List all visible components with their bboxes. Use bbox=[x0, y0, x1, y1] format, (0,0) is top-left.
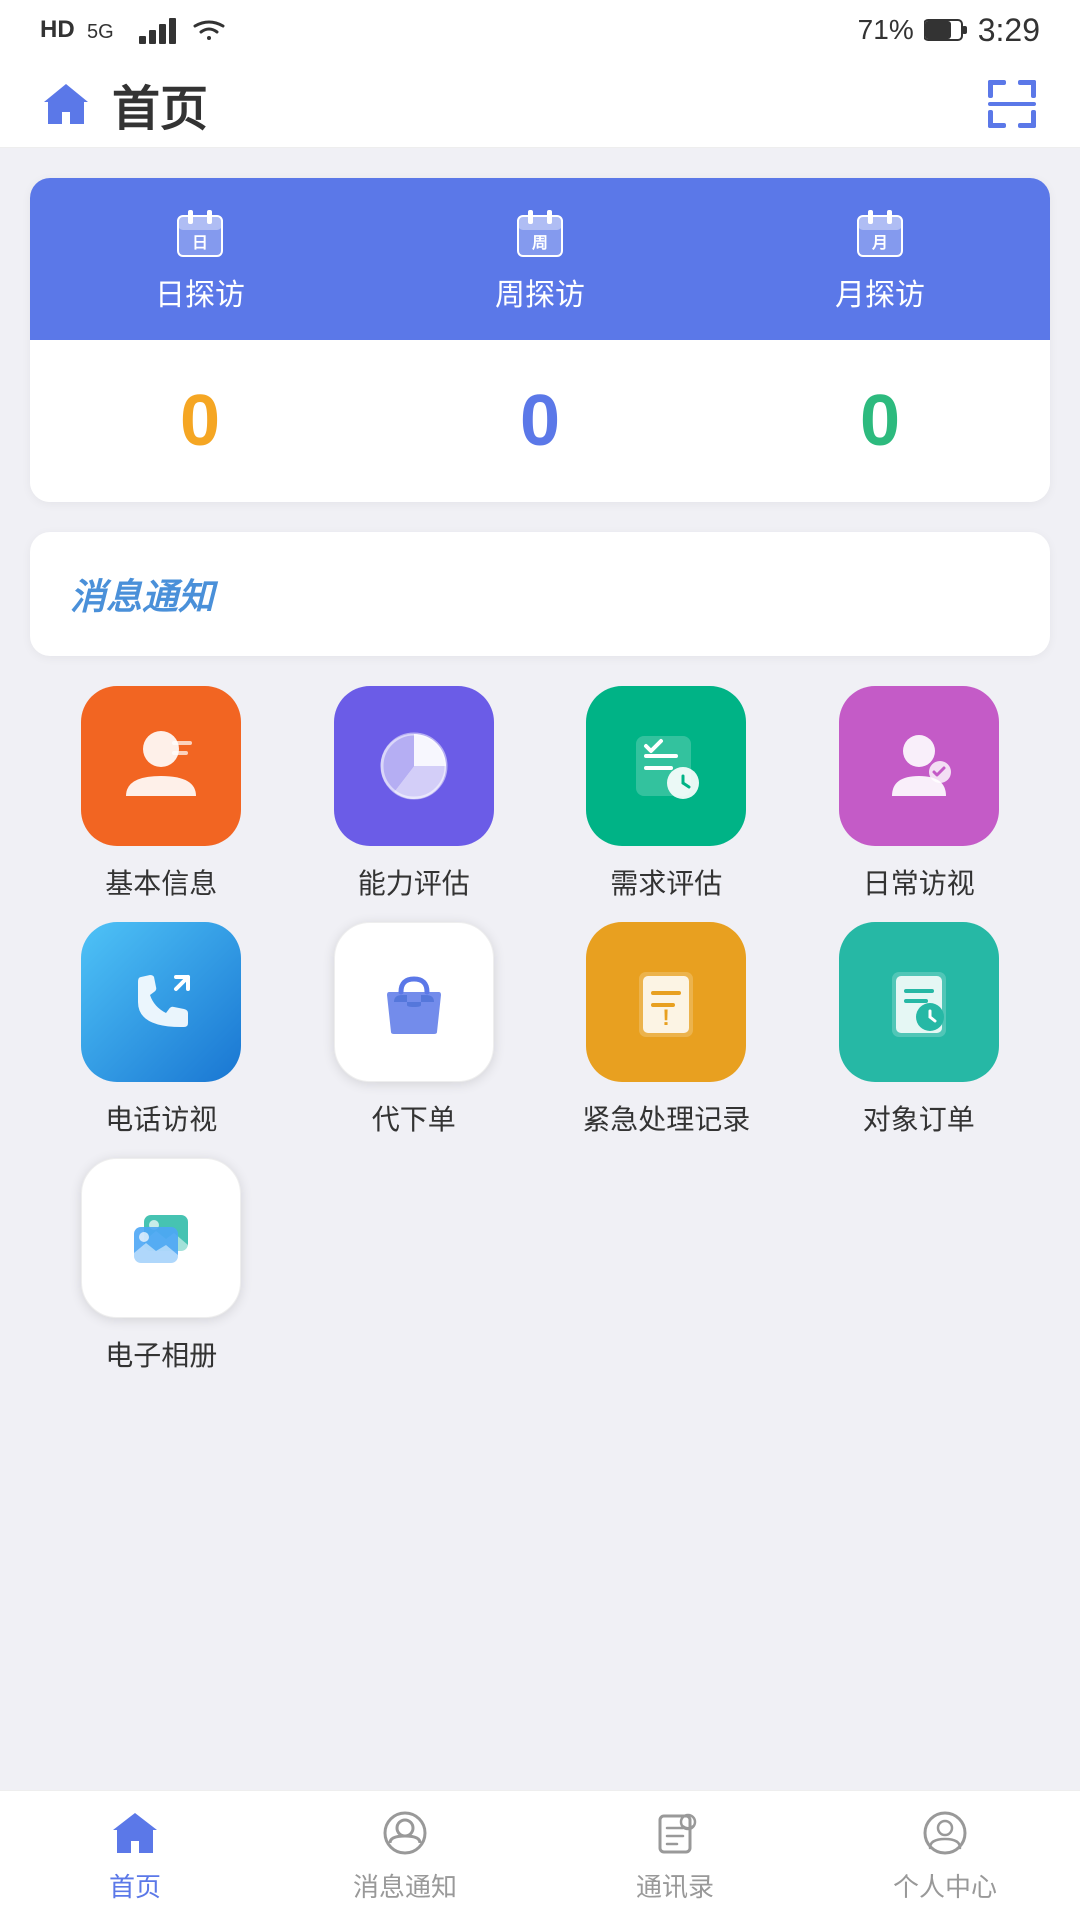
app-basic-info[interactable]: 基本信息 bbox=[40, 686, 283, 902]
app-target-order-icon bbox=[839, 922, 999, 1082]
status-bar: HD 5G 71% 3:29 bbox=[0, 0, 1080, 60]
app-order-proxy-label: 代下单 bbox=[372, 1098, 456, 1138]
person-list-icon bbox=[116, 721, 206, 811]
tab-weekly-label: 周探访 bbox=[495, 270, 585, 314]
app-photo-album[interactable]: 电子相册 bbox=[40, 1158, 283, 1374]
calendar-monthly-icon: 月 bbox=[854, 208, 906, 260]
bottom-nav: 首页 消息通知 通讯录 bbox=[0, 1790, 1080, 1920]
phone-arrow-icon bbox=[116, 957, 206, 1047]
scan-icon[interactable] bbox=[984, 76, 1040, 132]
app-ability-eval-label: 能力评估 bbox=[358, 862, 470, 902]
app-grid: 基本信息 能力评估 bbox=[30, 686, 1050, 1374]
person-work-icon bbox=[874, 721, 964, 811]
signal-icon: 5G bbox=[87, 16, 127, 44]
profile-nav-icon bbox=[919, 1807, 971, 1859]
nav-notification-label: 消息通知 bbox=[353, 1867, 457, 1904]
app-daily-visit-label: 日常访视 bbox=[863, 862, 975, 902]
signal-bars-icon bbox=[139, 16, 179, 44]
hd-label: HD bbox=[40, 16, 75, 44]
header: 首页 bbox=[0, 60, 1080, 148]
count-weekly-value: 0 bbox=[520, 380, 560, 462]
tab-monthly[interactable]: 月 月探访 bbox=[710, 178, 1050, 340]
calendar-daily-icon: 日 bbox=[174, 208, 226, 260]
doc-warning-icon: ! bbox=[621, 957, 711, 1047]
nav-contacts[interactable]: 通讯录 bbox=[540, 1807, 810, 1904]
nav-home-label: 首页 bbox=[109, 1867, 161, 1904]
app-target-order-label: 对象订单 bbox=[863, 1098, 975, 1138]
visit-counts: 0 0 0 bbox=[30, 340, 1050, 502]
app-photo-album-icon bbox=[81, 1158, 241, 1318]
nav-home[interactable]: 首页 bbox=[0, 1807, 270, 1904]
nav-profile-label: 个人中心 bbox=[893, 1867, 997, 1904]
app-target-order[interactable]: 对象订单 bbox=[798, 922, 1041, 1138]
app-need-eval-icon bbox=[586, 686, 746, 846]
app-emergency-label: 紧急处理记录 bbox=[582, 1098, 750, 1138]
count-monthly: 0 bbox=[710, 380, 1050, 462]
doc-clock-icon bbox=[874, 957, 964, 1047]
calendar-weekly-icon: 周 bbox=[514, 208, 566, 260]
app-need-eval[interactable]: 需求评估 bbox=[545, 686, 788, 902]
notification-nav-icon bbox=[379, 1807, 431, 1859]
home-icon bbox=[40, 78, 92, 130]
home-nav-icon bbox=[109, 1807, 161, 1859]
battery-label: 71% bbox=[858, 14, 914, 46]
app-daily-visit[interactable]: 日常访视 bbox=[798, 686, 1041, 902]
tab-monthly-label: 月探访 bbox=[835, 270, 925, 314]
nav-profile[interactable]: 个人中心 bbox=[810, 1807, 1080, 1904]
count-weekly: 0 bbox=[370, 380, 710, 462]
app-need-eval-label: 需求评估 bbox=[610, 862, 722, 902]
nav-notification[interactable]: 消息通知 bbox=[270, 1807, 540, 1904]
time-label: 3:29 bbox=[978, 12, 1040, 49]
app-phone-visit[interactable]: 电话访视 bbox=[40, 922, 283, 1138]
app-daily-visit-icon bbox=[839, 686, 999, 846]
nav-contacts-label: 通讯录 bbox=[636, 1867, 714, 1904]
notification-card[interactable]: 消息通知 bbox=[30, 532, 1050, 656]
status-right: 71% 3:29 bbox=[858, 12, 1040, 49]
app-emergency-icon: ! bbox=[586, 922, 746, 1082]
pie-chart-icon bbox=[369, 721, 459, 811]
app-emergency[interactable]: ! 紧急处理记录 bbox=[545, 922, 788, 1138]
tab-weekly[interactable]: 周 周探访 bbox=[370, 178, 710, 340]
contacts-nav-icon bbox=[649, 1807, 701, 1859]
page-title: 首页 bbox=[112, 69, 208, 139]
app-ability-eval[interactable]: 能力评估 bbox=[293, 686, 536, 902]
photos-icon bbox=[116, 1193, 206, 1283]
app-phone-visit-label: 电话访视 bbox=[105, 1098, 217, 1138]
svg-text:周: 周 bbox=[532, 234, 548, 252]
notification-title: 消息通知 bbox=[70, 576, 214, 617]
visit-tabs: 日 日探访 周 周探访 bbox=[30, 178, 1050, 340]
battery-icon bbox=[924, 18, 968, 42]
count-daily-value: 0 bbox=[180, 380, 220, 462]
count-daily: 0 bbox=[30, 380, 370, 462]
app-order-proxy-icon bbox=[334, 922, 494, 1082]
tab-daily[interactable]: 日 日探访 bbox=[30, 178, 370, 340]
app-basic-info-label: 基本信息 bbox=[105, 862, 217, 902]
svg-text:5G: 5G bbox=[87, 21, 114, 43]
visit-card: 日 日探访 周 周探访 bbox=[30, 178, 1050, 502]
app-basic-info-icon bbox=[81, 686, 241, 846]
bag-open-icon bbox=[369, 957, 459, 1047]
main-content: 日 日探访 周 周探访 bbox=[0, 148, 1080, 1374]
app-ability-eval-icon bbox=[334, 686, 494, 846]
app-photo-album-label: 电子相册 bbox=[105, 1334, 217, 1374]
status-left: HD 5G bbox=[40, 16, 227, 44]
svg-text:!: ! bbox=[663, 1005, 670, 1030]
checklist-clock-icon bbox=[621, 721, 711, 811]
svg-text:月: 月 bbox=[871, 234, 888, 252]
tab-daily-label: 日探访 bbox=[155, 270, 245, 314]
app-order-proxy[interactable]: 代下单 bbox=[293, 922, 536, 1138]
count-monthly-value: 0 bbox=[860, 380, 900, 462]
wifi-icon bbox=[191, 16, 227, 44]
header-left: 首页 bbox=[40, 69, 208, 139]
svg-text:日: 日 bbox=[192, 234, 208, 252]
app-phone-visit-icon bbox=[81, 922, 241, 1082]
